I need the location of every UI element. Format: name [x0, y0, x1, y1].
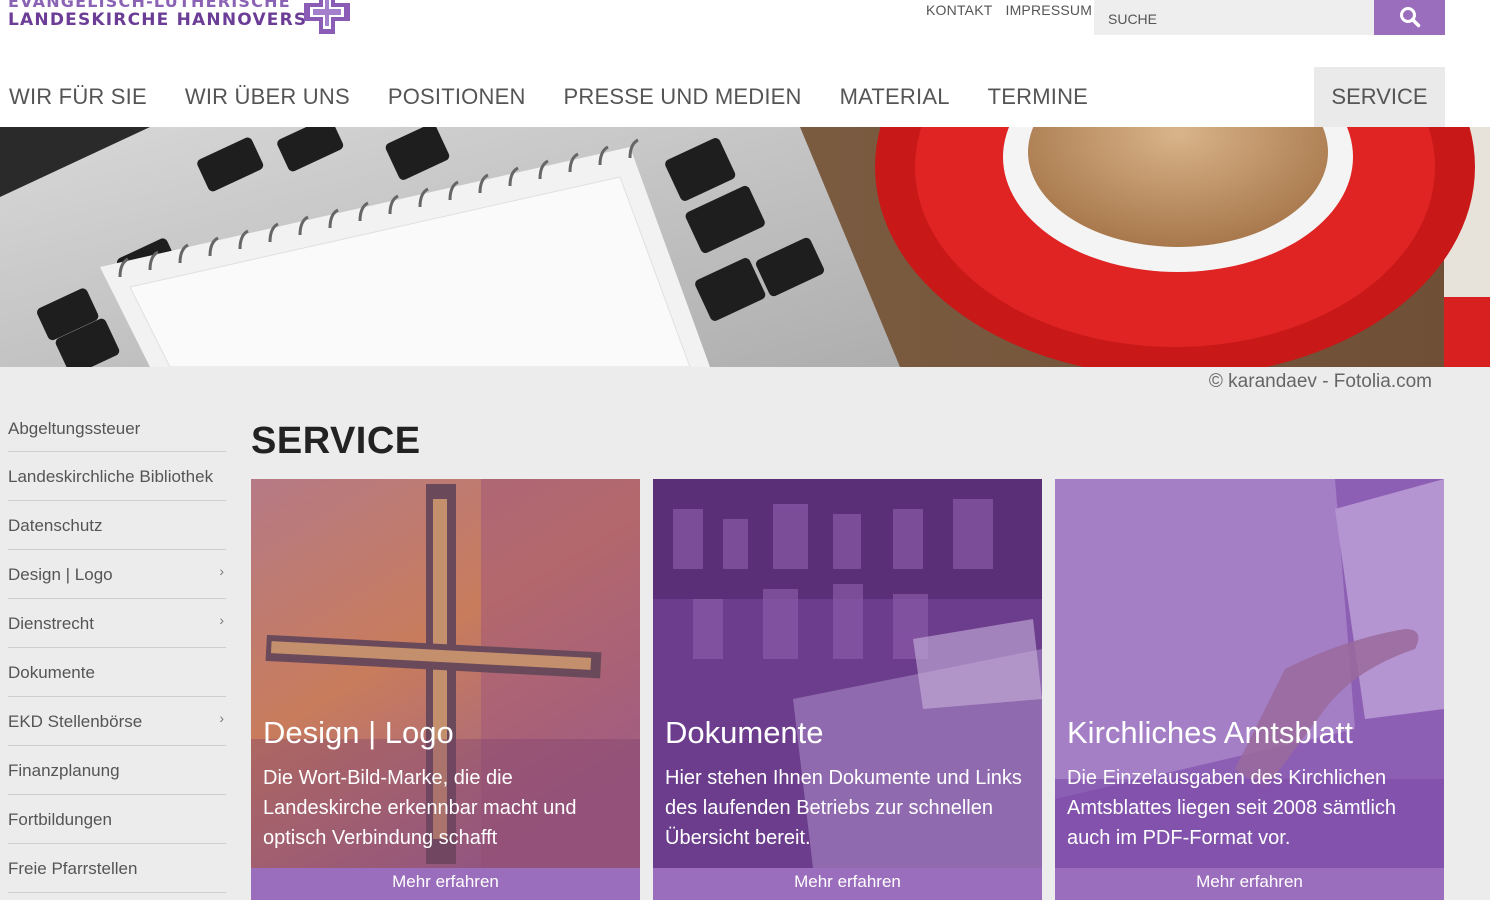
sidebar-item-label: Dienstrecht [8, 614, 94, 633]
mehr-erfahren-button[interactable]: Mehr erfahren [653, 868, 1042, 900]
sidebar-item-label: Datenschutz [8, 516, 103, 535]
sidebar-item-label: EKD Stellenbörse [8, 712, 143, 731]
chevron-right-icon: › [219, 612, 224, 628]
card-text: Die Einzelausgaben des Kirchlichen Amtsb… [1067, 767, 1397, 849]
sidebar-item-label: Finanzplanung [8, 761, 120, 780]
sidebar-item-label: Landeskirchliche Bibliothek [8, 467, 214, 486]
search-button[interactable] [1374, 0, 1445, 35]
sidebar-item-dokumente[interactable]: Dokumente [8, 648, 226, 697]
sidebar-item-freie-pfarrstellen[interactable]: Freie Pfarrstellen [8, 844, 226, 893]
sidebar-item-datenschutz[interactable]: Datenschutz [8, 501, 226, 550]
sidebar-item-bibliothek[interactable]: Landeskirchliche Bibliothek [8, 452, 226, 501]
nav-termine[interactable]: TERMINE [988, 84, 1088, 110]
logo-text-line2: LANDESKIRCHE HANNOVERS [8, 10, 308, 30]
card-kirchliches-amtsblatt[interactable]: Kirchliches Amtsblatt Die Einzelausgaben… [1055, 479, 1444, 900]
card-design-logo[interactable]: Design | Logo Die Wort-Bild-Marke, die d… [251, 479, 640, 900]
cross-logo-icon [304, 0, 350, 34]
card-dokumente[interactable]: Dokumente Hier stehen Ihnen Dokumente un… [653, 479, 1042, 900]
page-title: SERVICE [251, 420, 421, 462]
nav-wir-fuer-sie[interactable]: WIR FÜR SIE [9, 84, 147, 110]
sidebar-item-label: Abgeltungssteuer [8, 418, 141, 438]
nav-service[interactable]: SERVICE [1314, 67, 1445, 127]
header: EVANGELISCH-LUTHERISCHE LANDESKIRCHE HAN… [0, 0, 1490, 127]
search-box [1094, 0, 1374, 35]
sidebar-item-design-logo[interactable]: Design | Logo › [8, 550, 226, 599]
search-input[interactable] [1094, 0, 1374, 35]
top-links: KONTAKT IMPRESSUM [926, 2, 1092, 18]
sidebar-item-label: Fortbildungen [8, 810, 112, 829]
card-text: Die Wort-Bild-Marke, die die Landeskirch… [263, 767, 577, 849]
search-icon [1399, 6, 1420, 27]
mehr-erfahren-button[interactable]: Mehr erfahren [251, 868, 640, 900]
card-title: Kirchliches Amtsblatt [1067, 715, 1353, 750]
sidebar-item-fortbildungen[interactable]: Fortbildungen [8, 795, 226, 844]
sidebar-item-label: Dokumente [8, 663, 95, 682]
chevron-right-icon: › [219, 710, 224, 726]
nav-presse-und-medien[interactable]: PRESSE UND MEDIEN [564, 84, 802, 110]
card-text: Hier stehen Ihnen Dokumente und Links de… [665, 767, 1022, 849]
hero-image [0, 127, 1490, 367]
sidebar-item-label: Freie Pfarrstellen [8, 859, 138, 878]
sidebar: Abgeltungssteuer Landeskirchliche Biblio… [8, 404, 226, 893]
nav-positionen[interactable]: POSITIONEN [388, 84, 526, 110]
image-credit: © karandaev - Fotolia.com [1208, 371, 1432, 392]
sidebar-item-dienstrecht[interactable]: Dienstrecht › [8, 599, 226, 648]
impressum-link[interactable]: IMPRESSUM [1005, 2, 1092, 18]
sidebar-item-label: Design | Logo [8, 565, 113, 584]
hero-photo [0, 127, 1490, 367]
nav-wir-ueber-uns[interactable]: WIR ÜBER UNS [185, 84, 350, 110]
main-nav: WIR FÜR SIE WIR ÜBER UNS POSITIONEN PRES… [0, 67, 1117, 127]
card-title: Design | Logo [263, 715, 454, 750]
nav-material[interactable]: MATERIAL [840, 84, 950, 110]
sidebar-item-abgeltungssteuer[interactable]: Abgeltungssteuer [8, 404, 226, 452]
card-title: Dokumente [665, 715, 824, 750]
sidebar-item-finanzplanung[interactable]: Finanzplanung [8, 746, 226, 795]
chevron-right-icon: › [219, 563, 224, 579]
kontakt-link[interactable]: KONTAKT [926, 2, 992, 18]
logo[interactable]: EVANGELISCH-LUTHERISCHE LANDESKIRCHE HAN… [8, 0, 368, 40]
sidebar-item-ekd-stellenboerse[interactable]: EKD Stellenbörse › [8, 697, 226, 746]
mehr-erfahren-button[interactable]: Mehr erfahren [1055, 868, 1444, 900]
